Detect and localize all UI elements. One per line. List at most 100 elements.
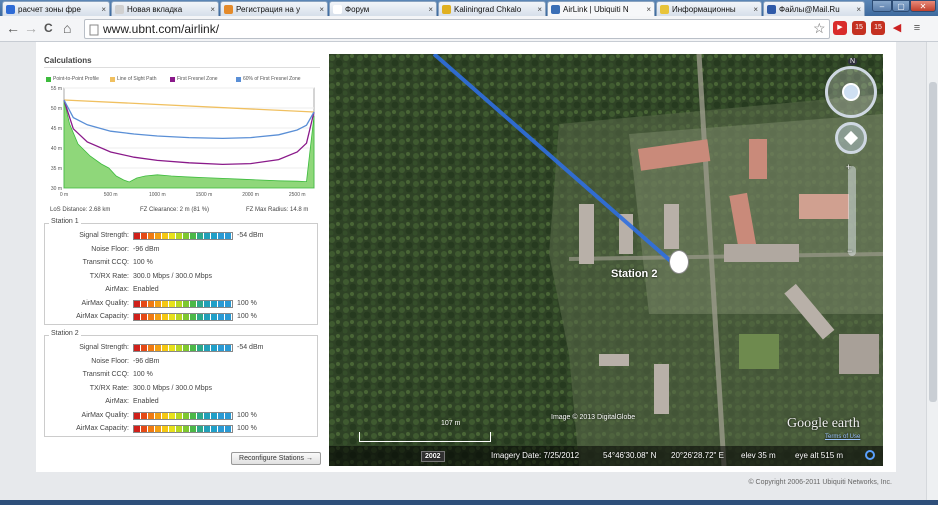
tab-close-icon[interactable]: × [101,5,106,14]
tab-close-icon[interactable]: × [856,5,861,14]
meter-segment [225,345,232,351]
historical-imagery-year[interactable]: 2002 [421,451,445,462]
address-bar[interactable]: www.ubnt.com/airlink/ ☆ [84,19,830,39]
eye-altitude: eye alt 515 m [795,451,844,460]
row-value: 100 % [237,411,257,419]
signal-meter [133,411,233,420]
page-icon [89,24,99,36]
scrollbar-thumb[interactable] [929,82,937,402]
meter-segment [134,314,141,320]
meter-segment [197,300,204,307]
meter-segment [162,314,169,320]
meter-segment [141,412,148,419]
tab-favicon-icon [660,4,669,14]
meter-segment [148,233,155,239]
row-label: Noise Floor: [91,245,129,253]
forward-button[interactable]: → [24,20,38,36]
meter-segment [197,314,204,320]
meter-segment [183,412,190,419]
scale-bar [359,432,491,442]
browser-tab[interactable]: Новая вкладка × [111,1,219,16]
menu-icon[interactable]: ≡ [910,21,924,35]
meter-segment [134,412,141,419]
legend-swatch [170,76,175,82]
row-label: AirMax Quality: [81,411,129,419]
meter-segment [169,314,176,320]
zoom-slider[interactable] [848,166,856,256]
browser-tab[interactable]: расчет зоны фре × [2,1,110,16]
meter-segment [134,426,141,432]
row-value: 100 % [133,371,153,378]
row-label: TX/RX Rate: [89,384,129,392]
tab-close-icon[interactable]: × [210,5,215,14]
tab-close-icon[interactable]: × [428,5,433,14]
maximize-button[interactable]: ▢ [892,0,910,12]
extension-icon-1[interactable]: ▶ [833,21,847,35]
airlink-panel: Calculations Point-to-Point Profile Line … [36,42,896,472]
scale-label: 107 m [441,420,461,427]
look-control[interactable] [825,66,877,118]
row-value: 100 % [237,299,257,307]
tab-close-icon[interactable]: × [537,5,542,14]
reload-button[interactable]: C [44,20,53,36]
terms-of-use-link[interactable]: Terms of Use [825,434,860,440]
meter-segment [134,345,141,351]
move-control[interactable] [835,122,867,154]
vertical-scrollbar[interactable] [926,42,938,500]
x-tick-label: 500 m [104,192,118,198]
compass-north-label: N [848,58,858,65]
browser-tab[interactable]: Регистрация на у × [220,1,328,16]
zoom-in-button[interactable]: + [846,162,851,172]
x-tick-label: 0 m [60,192,68,198]
speaker-icon[interactable]: ◀ [890,21,904,35]
extension-icon-2[interactable]: 15 [852,21,866,35]
tab-close-icon[interactable]: × [646,5,651,14]
meter-segment [211,314,218,320]
station-row-noise-floor: Noise Floor: -96 dBm [45,244,319,256]
back-button[interactable]: ← [6,20,20,36]
station-row-transmit-ccq: Transmit CCQ: 100 % [45,257,319,269]
meter-segment [183,345,190,351]
meter-segment [141,300,148,307]
extension-icon-3[interactable]: 15 [871,21,885,35]
tab-title: Новая вкладка [127,4,183,14]
google-earth-map[interactable]: Station 2 N + − 107 m Image © 2013 Digit… [329,54,883,466]
legend-swatch [46,76,51,82]
browser-tab[interactable]: Файлы@Mail.Ru × [763,1,865,16]
tab-close-icon[interactable]: × [319,5,324,14]
y-tick-label: 50 m [51,106,62,112]
meter-segment [225,426,232,432]
legend-label: Line of Sight Path [117,76,157,82]
bookmark-star-icon[interactable]: ☆ [813,20,826,37]
station-2-title: Station 2 [49,330,81,337]
meter-segment [155,300,162,307]
zoom-out-button[interactable]: − [847,246,852,256]
close-window-button[interactable]: ✕ [910,0,936,12]
station-2-map-label: Station 2 [611,268,658,280]
station-row-txrx-rate: TX/RX Rate: 300.0 Mbps / 300.0 Mbps [45,383,319,395]
browser-tab[interactable]: AirLink | Ubiquiti N × [547,1,655,16]
browser-tab[interactable]: Форум × [329,1,437,16]
meter-segment [211,233,218,239]
legend-item: Line of Sight Path [110,76,156,82]
reconfigure-stations-button[interactable]: Reconfigure Stations → [231,452,321,465]
home-button[interactable]: ⌂ [63,20,71,36]
station-2-marker-icon[interactable] [669,250,689,274]
meter-segment [197,345,204,351]
meter-segment [148,345,155,351]
station-row-signal-strength: Signal Strength: -54 dBm [45,342,319,354]
browser-tab[interactable]: Kaliningrad Chkalo × [438,1,546,16]
tab-title: Kaliningrad Chkalo [454,4,522,14]
station-row-txrx-rate: TX/RX Rate: 300.0 Mbps / 300.0 Mbps [45,271,319,283]
x-tick-label: 2000 m [242,192,259,198]
tab-favicon-icon [6,4,15,14]
tab-close-icon[interactable]: × [753,5,758,14]
minimize-button[interactable]: – [872,0,892,12]
row-value: 300.0 Mbps / 300.0 Mbps [133,384,212,392]
row-label: AirMax Capacity: [76,313,129,320]
meter-segment [211,426,218,432]
meter-segment [204,300,211,307]
station-row-airmax: AirMax: Enabled [45,284,319,296]
browser-tab[interactable]: Информационны × [656,1,762,16]
signal-meter [133,344,233,352]
